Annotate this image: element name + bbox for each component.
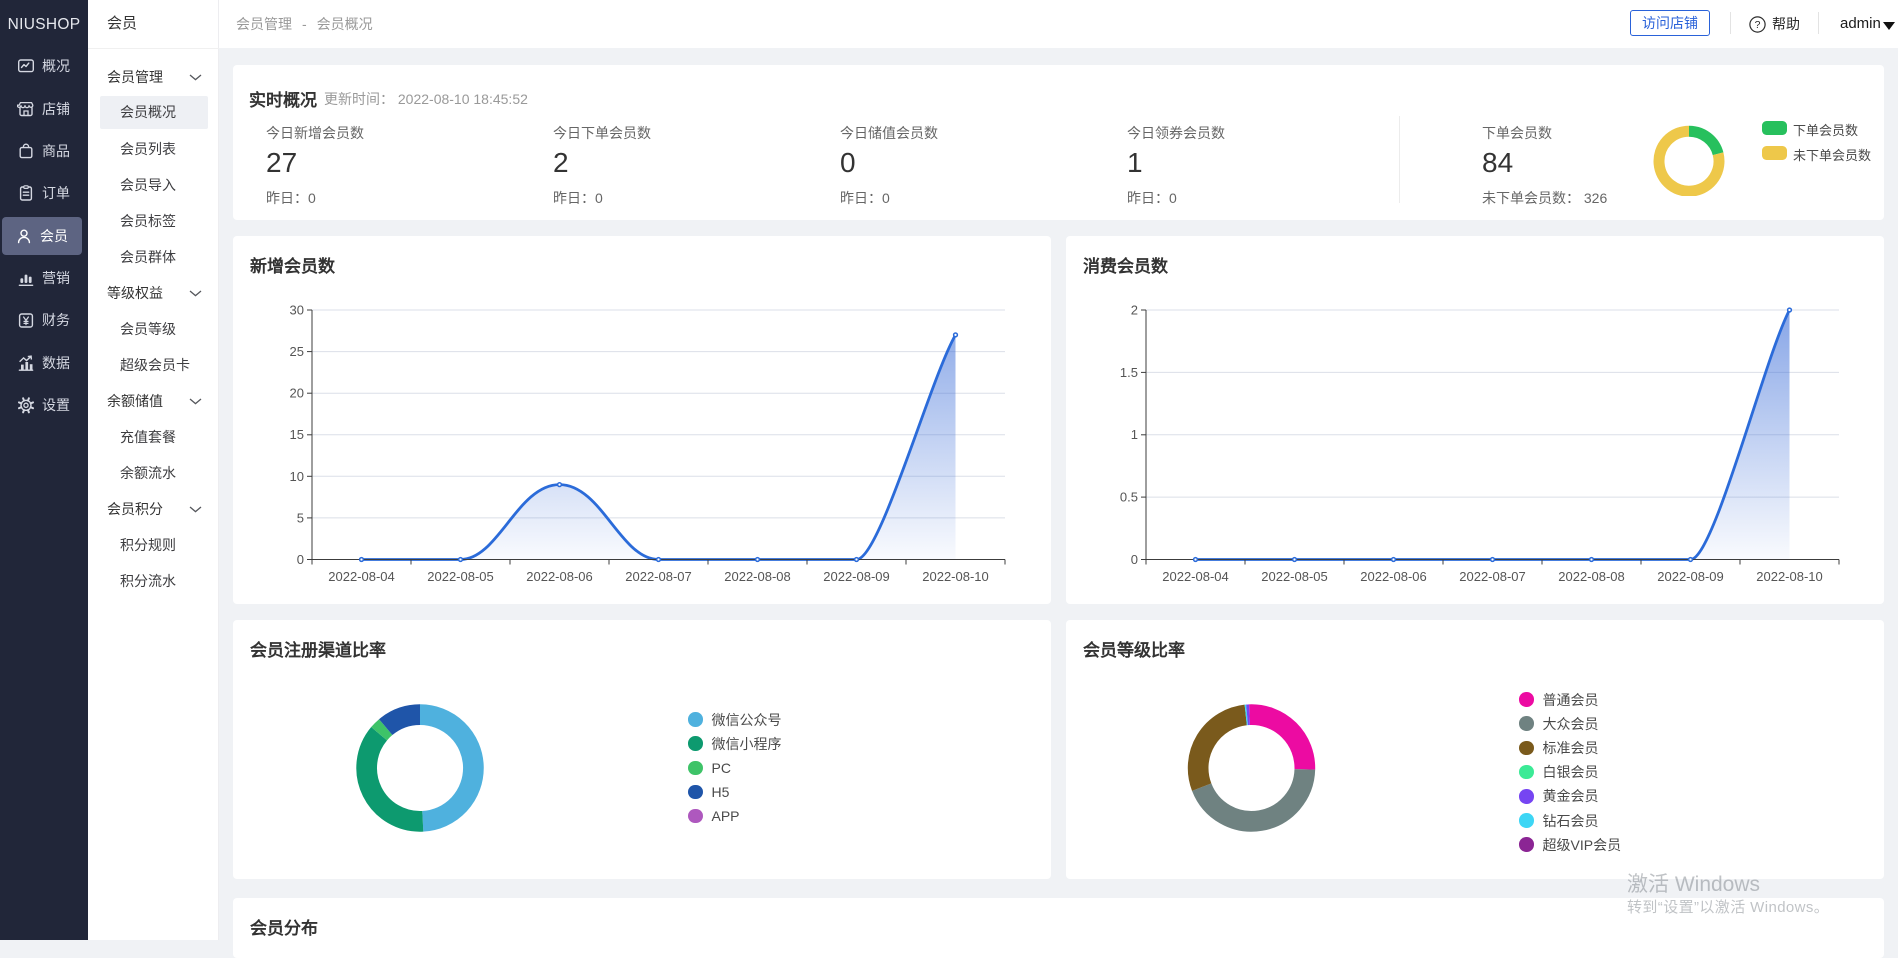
svg-text:20: 20 <box>290 386 304 401</box>
svg-text:10: 10 <box>290 469 304 484</box>
svg-text:0: 0 <box>1131 552 1138 567</box>
svg-text:1: 1 <box>1131 427 1138 442</box>
svg-text:2022-08-10: 2022-08-10 <box>922 569 989 584</box>
svg-text:2022-08-08: 2022-08-08 <box>724 569 791 584</box>
svg-text:2022-08-07: 2022-08-07 <box>1459 569 1526 584</box>
svg-text:30: 30 <box>290 303 304 318</box>
svg-text:2022-08-09: 2022-08-09 <box>823 569 890 584</box>
svg-text:2: 2 <box>1131 303 1138 318</box>
svg-text:5: 5 <box>297 510 304 525</box>
svg-text:15: 15 <box>290 427 304 442</box>
svg-text:0.5: 0.5 <box>1120 490 1138 505</box>
svg-text:2022-08-10: 2022-08-10 <box>1756 569 1823 584</box>
svg-text:2022-08-09: 2022-08-09 <box>1657 569 1724 584</box>
svg-text:2022-08-07: 2022-08-07 <box>625 569 692 584</box>
svg-text:0: 0 <box>297 552 304 567</box>
svg-text:2022-08-06: 2022-08-06 <box>526 569 593 584</box>
svg-text:?: ? <box>1755 19 1761 31</box>
svg-text:25: 25 <box>290 344 304 359</box>
svg-text:2022-08-08: 2022-08-08 <box>1558 569 1625 584</box>
svg-text:2022-08-06: 2022-08-06 <box>1360 569 1427 584</box>
svg-text:2022-08-05: 2022-08-05 <box>427 569 494 584</box>
svg-text:2022-08-04: 2022-08-04 <box>1162 569 1229 584</box>
svg-text:2022-08-04: 2022-08-04 <box>328 569 395 584</box>
svg-text:1.5: 1.5 <box>1120 365 1138 380</box>
svg-text:2022-08-05: 2022-08-05 <box>1261 569 1328 584</box>
